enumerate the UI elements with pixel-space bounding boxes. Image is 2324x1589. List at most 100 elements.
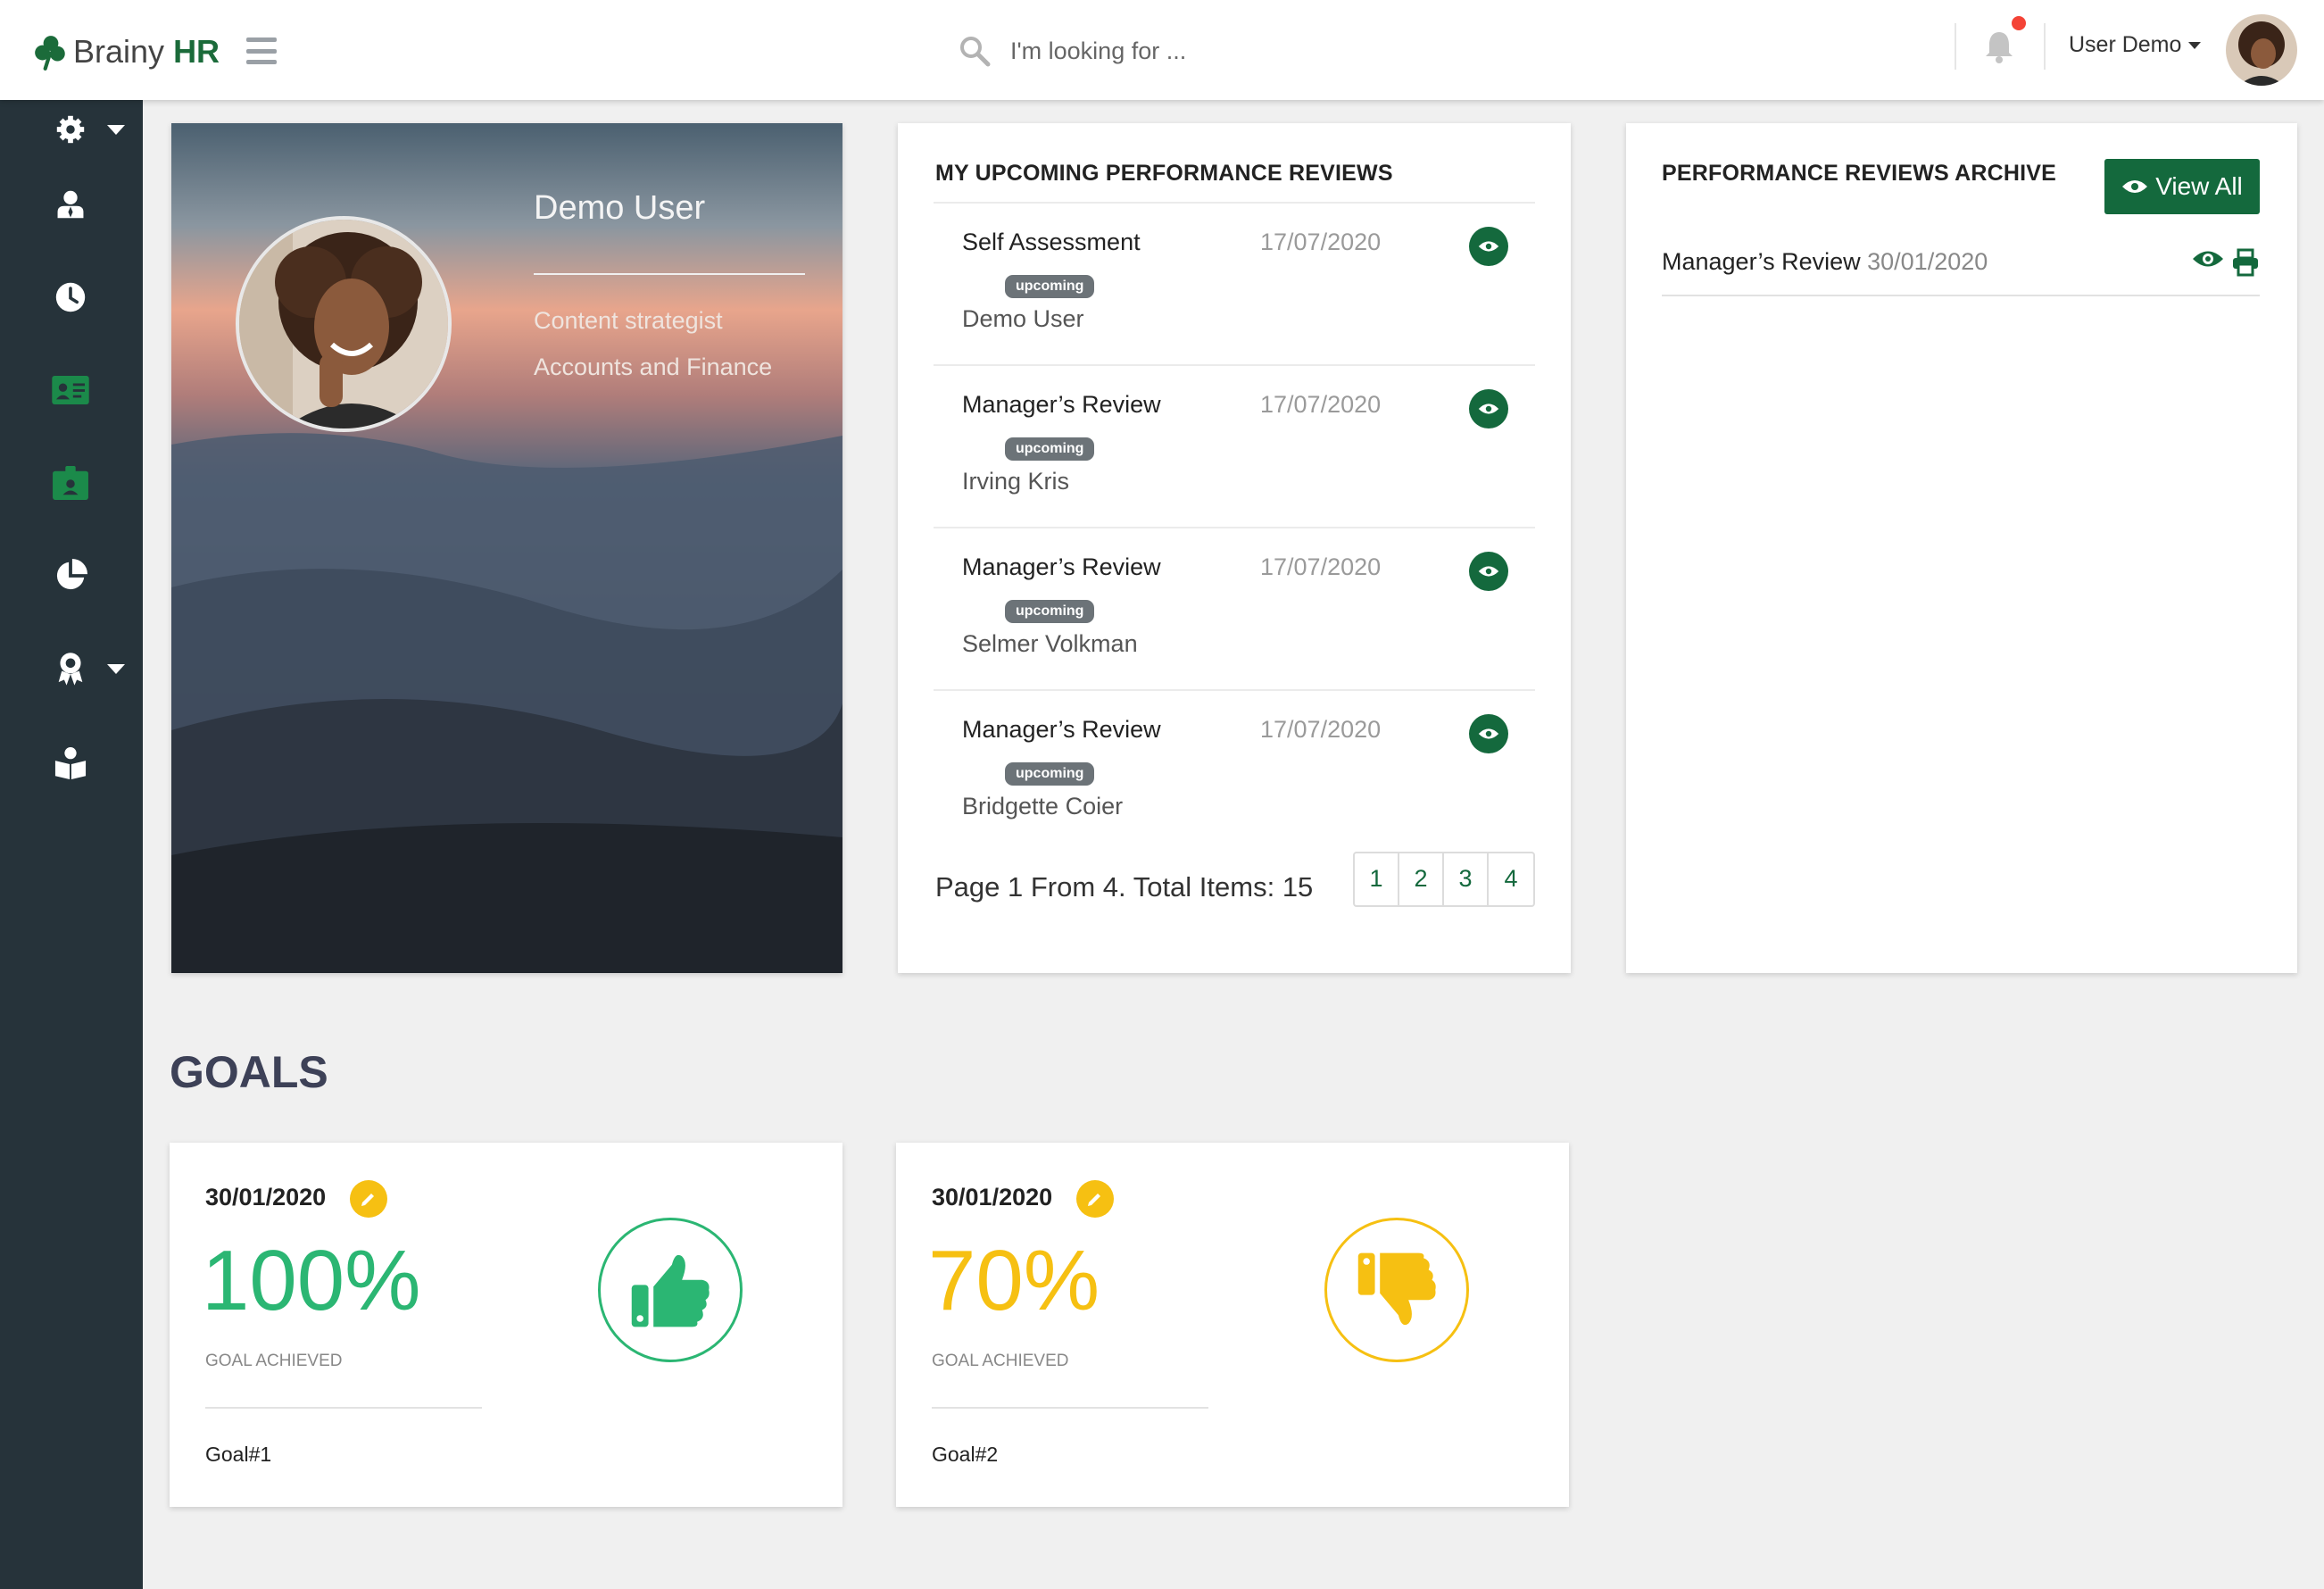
sidebar-item-employee[interactable] bbox=[0, 173, 143, 236]
review-person: Demo User bbox=[962, 305, 1084, 332]
view-all-button[interactable]: View All bbox=[2104, 159, 2260, 214]
sidebar-item-awards[interactable] bbox=[0, 637, 143, 700]
goal-name: Goal#2 bbox=[932, 1443, 999, 1466]
printer-icon bbox=[2233, 248, 2258, 277]
review-type: Manager’s Review bbox=[962, 716, 1161, 743]
profile-divider bbox=[534, 273, 805, 275]
id-card-icon bbox=[52, 371, 89, 409]
badge-icon bbox=[52, 464, 89, 502]
pencil-icon bbox=[1088, 1194, 1100, 1206]
navbar-divider bbox=[1955, 23, 1956, 70]
eye-icon bbox=[2193, 251, 2223, 267]
top-navbar: Brainy HR User Demo bbox=[0, 0, 2324, 100]
archive-row: Manager’s Review 30/01/2020 bbox=[1662, 239, 2260, 296]
sidebar-item-settings[interactable] bbox=[0, 98, 143, 161]
page-link[interactable]: 1 bbox=[1355, 853, 1399, 905]
page-link[interactable]: 4 bbox=[1489, 853, 1533, 905]
review-type: Self Assessment bbox=[962, 229, 1141, 255]
search-bar bbox=[959, 27, 1423, 75]
profile-name: Demo User bbox=[534, 189, 706, 227]
edit-goal-button[interactable] bbox=[1076, 1180, 1114, 1218]
view-archive-button[interactable] bbox=[2192, 248, 2224, 281]
chevron-down-icon bbox=[107, 124, 125, 135]
view-review-button[interactable] bbox=[1469, 227, 1508, 266]
review-row: Manager’s Review 17/07/2020 upcoming Irv… bbox=[934, 364, 1535, 527]
sidebar-item-learning[interactable] bbox=[0, 732, 143, 794]
menu-bar bbox=[246, 37, 277, 42]
notification-dot bbox=[2012, 16, 2026, 30]
avatar[interactable] bbox=[2226, 14, 2297, 86]
goal-divider bbox=[205, 1407, 482, 1409]
goal-date: 30/01/2020 bbox=[932, 1184, 1053, 1210]
user-name: User Demo bbox=[2069, 32, 2182, 57]
review-person: Selmer Volkman bbox=[962, 630, 1138, 657]
review-row: Manager’s Review 17/07/2020 upcoming Bri… bbox=[934, 689, 1535, 852]
print-button[interactable] bbox=[2231, 248, 2260, 281]
archive-review-date: 30/01/2020 bbox=[1867, 248, 1988, 275]
goal-label: GOAL ACHIEVED bbox=[932, 1352, 1069, 1370]
status-badge: upcoming bbox=[1005, 762, 1095, 786]
eye-icon bbox=[1478, 566, 1499, 577]
goal-date: 30/01/2020 bbox=[205, 1184, 327, 1210]
search-icon bbox=[960, 37, 991, 67]
user-menu-dropdown[interactable]: User Demo bbox=[2069, 32, 2202, 58]
review-date: 17/07/2020 bbox=[1260, 229, 1382, 255]
status-badge: upcoming bbox=[1005, 275, 1095, 298]
eye-icon bbox=[1478, 728, 1499, 739]
menu-toggle-button[interactable] bbox=[246, 37, 277, 64]
pencil-icon bbox=[361, 1194, 374, 1206]
sidebar-item-performance[interactable] bbox=[0, 452, 143, 514]
bell-icon bbox=[1986, 32, 2013, 63]
review-row: Manager’s Review 17/07/2020 upcoming Sel… bbox=[934, 527, 1535, 689]
view-all-label: View All bbox=[2155, 172, 2243, 200]
clock-icon bbox=[52, 279, 89, 316]
view-review-button[interactable] bbox=[1469, 552, 1508, 591]
profile-card: Demo User Content strategist Accounts an… bbox=[171, 123, 842, 973]
user-icon bbox=[52, 186, 89, 223]
review-person: Bridgette Coier bbox=[962, 793, 1124, 819]
menu-bar bbox=[246, 60, 277, 64]
chevron-down-icon bbox=[2188, 41, 2202, 49]
brand-logo[interactable]: Brainy HR bbox=[32, 27, 220, 77]
eye-icon bbox=[1478, 403, 1499, 414]
view-review-button[interactable] bbox=[1469, 389, 1508, 428]
goal-percent: 70% bbox=[928, 1233, 1100, 1328]
goal-card: 30/01/2020 70% GOAL ACHIEVED Goal#2 bbox=[896, 1143, 1569, 1507]
goals-heading: GOALS bbox=[170, 1047, 328, 1097]
review-person: Irving Kris bbox=[962, 468, 1070, 495]
review-date: 17/07/2020 bbox=[1260, 391, 1382, 418]
avatar-image bbox=[2226, 14, 2297, 86]
book-reader-icon bbox=[52, 745, 89, 782]
pagination: 1 2 3 4 bbox=[1353, 852, 1535, 907]
profile-department: Accounts and Finance bbox=[534, 354, 773, 380]
profile-photo-image bbox=[239, 220, 448, 428]
review-type: Manager’s Review bbox=[962, 553, 1161, 580]
page-link[interactable]: 3 bbox=[1444, 853, 1489, 905]
goal-divider bbox=[932, 1407, 1208, 1409]
upcoming-reviews-card: MY UPCOMING PERFORMANCE REVIEWS Self Ass… bbox=[898, 123, 1571, 973]
page-link[interactable]: 2 bbox=[1399, 853, 1444, 905]
brand-name: Brainy HR bbox=[73, 33, 220, 70]
profile-photo bbox=[236, 216, 452, 432]
notifications-button[interactable] bbox=[1983, 16, 2026, 64]
archive-review-type: Manager’s Review bbox=[1662, 248, 1861, 275]
edit-goal-button[interactable] bbox=[350, 1180, 387, 1218]
sidebar-item-directory[interactable] bbox=[0, 359, 143, 421]
sidebar bbox=[0, 100, 143, 1589]
goal-card: 30/01/2020 100% GOAL ACHIEVED Goal#1 bbox=[170, 1143, 842, 1507]
review-type: Manager’s Review bbox=[962, 391, 1161, 418]
reviews-archive-card: PERFORMANCE REVIEWS ARCHIVE View All Man… bbox=[1626, 123, 2297, 973]
goal-name: Goal#1 bbox=[205, 1443, 272, 1466]
status-badge: upcoming bbox=[1005, 600, 1095, 623]
menu-bar bbox=[246, 48, 277, 54]
sidebar-item-time[interactable] bbox=[0, 266, 143, 329]
review-date: 17/07/2020 bbox=[1260, 716, 1382, 743]
review-row: Self Assessment 17/07/2020 upcoming Demo… bbox=[934, 202, 1535, 364]
card-title: MY UPCOMING PERFORMANCE REVIEWS bbox=[935, 161, 1393, 186]
search-input[interactable] bbox=[1010, 37, 1403, 65]
goal-percent: 100% bbox=[202, 1233, 421, 1328]
chevron-down-icon bbox=[107, 663, 125, 674]
view-review-button[interactable] bbox=[1469, 714, 1508, 753]
sidebar-item-reports[interactable] bbox=[0, 545, 143, 607]
thumbs-up-icon bbox=[631, 1254, 710, 1327]
